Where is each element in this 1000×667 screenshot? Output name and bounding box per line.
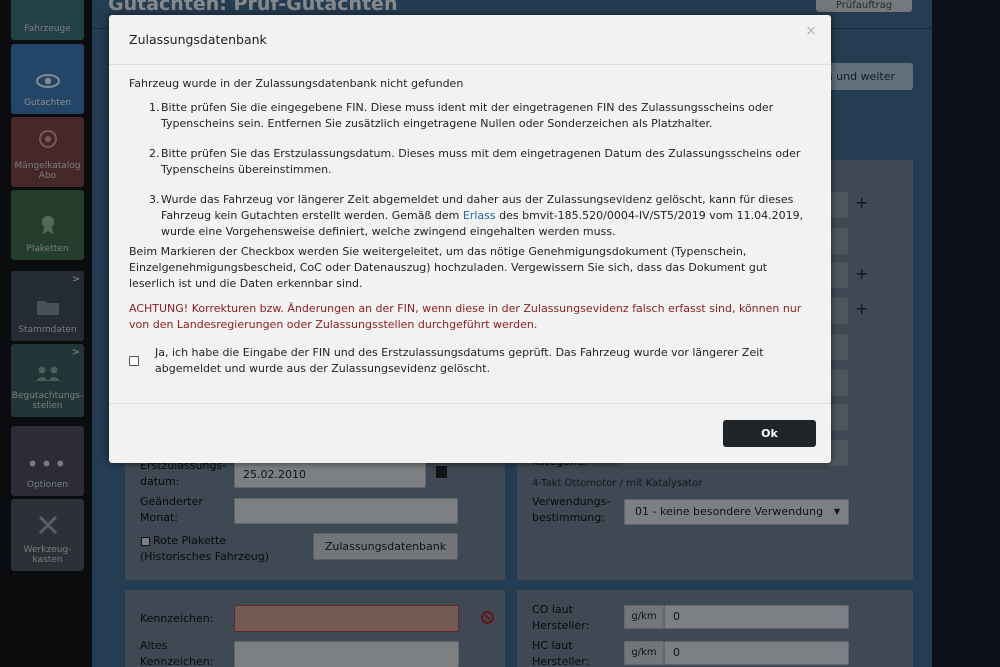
step-text: Bitte prüfen Sie das Erstzulassungsdatum…	[161, 147, 801, 176]
instruction-item: 3. Wurde das Fahrzeug vor längerer Zeit …	[129, 192, 809, 240]
zulassungsdatenbank-dialog: Zulassungsdatenbank × Fahrzeug wurde in …	[109, 15, 831, 463]
not-found-message: Fahrzeug wurde in der Zulassungsdatenban…	[129, 77, 464, 90]
close-icon[interactable]: ×	[805, 23, 817, 39]
dialog-footer: Ok	[109, 403, 831, 463]
instruction-item: 1. Bitte prüfen Sie die eingegebene FIN.…	[129, 100, 809, 132]
confirm-label: Ja, ich habe die Eingabe der FIN und des…	[155, 346, 764, 375]
step-number: 3.	[149, 193, 160, 206]
erlass-link[interactable]: Erlass	[463, 209, 496, 222]
dialog-header: Zulassungsdatenbank ×	[109, 15, 831, 65]
step-text: Bitte prüfen Sie die eingegebene FIN. Di…	[161, 101, 774, 130]
checkbox-info-text: Beim Markieren der Checkbox werden Sie w…	[129, 245, 768, 290]
warning-text: ACHTUNG! Korrekturen bzw. Änderungen an …	[129, 302, 802, 331]
dialog-title: Zulassungsdatenbank	[129, 32, 267, 47]
step-number: 2.	[149, 147, 160, 160]
instruction-item: 2. Bitte prüfen Sie das Erstzulassungsda…	[129, 146, 809, 178]
confirm-checkbox[interactable]	[129, 356, 139, 366]
ok-button[interactable]: Ok	[723, 420, 816, 447]
instruction-list: 1. Bitte prüfen Sie die eingegebene FIN.…	[129, 100, 809, 254]
step-number: 1.	[149, 101, 160, 114]
